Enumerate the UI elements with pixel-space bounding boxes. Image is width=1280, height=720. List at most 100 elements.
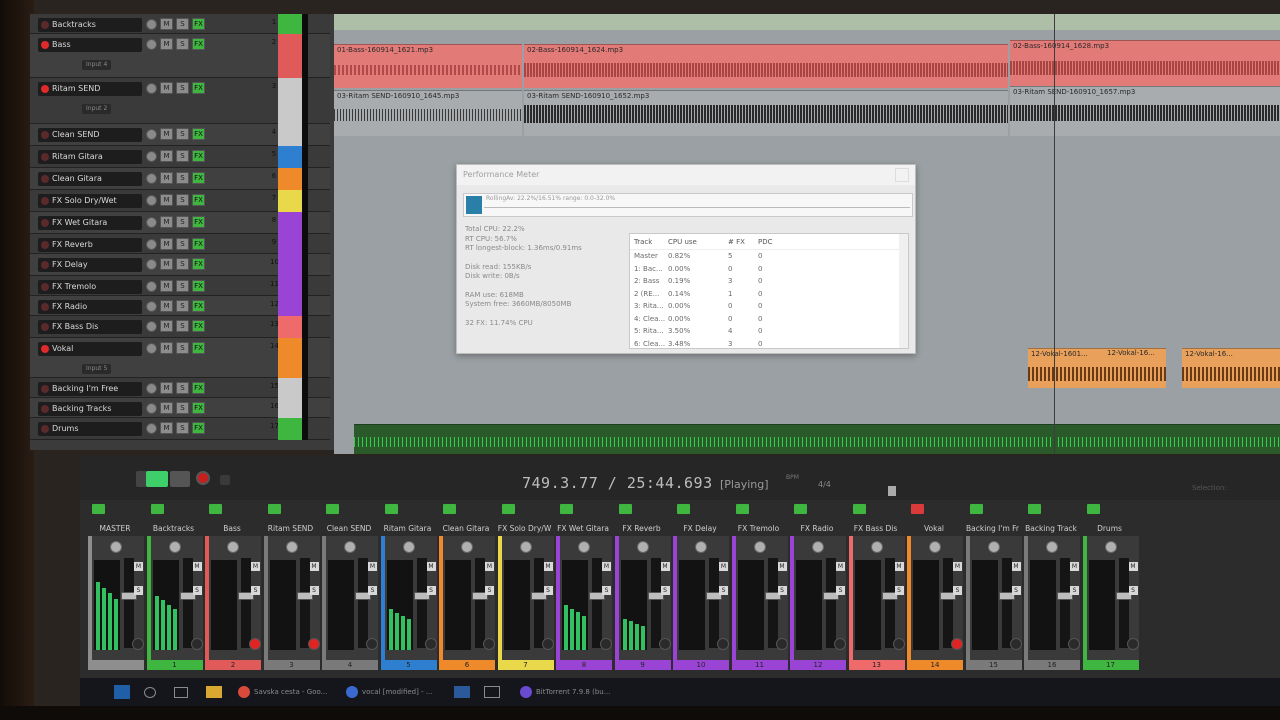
record-arm-button[interactable] — [775, 638, 788, 650]
table-row[interactable]: 4: Clea... 0.00% 0 0 — [630, 313, 908, 326]
track-name[interactable]: FX Reverb — [38, 238, 142, 252]
volume-fader[interactable] — [823, 558, 839, 648]
repeat-icon[interactable] — [220, 475, 230, 485]
strip-name[interactable]: MASTER — [86, 524, 144, 533]
record-arm-button[interactable] — [41, 197, 49, 205]
table-row[interactable]: 2: Bass 0.19% 3 0 — [630, 275, 908, 288]
solo-button[interactable]: S — [309, 586, 319, 595]
solo-button[interactable]: S — [176, 300, 189, 312]
record-arm-button[interactable] — [41, 41, 49, 49]
track-name[interactable]: Backtracks — [38, 18, 142, 32]
mute-button[interactable]: M — [1070, 562, 1079, 571]
pan-knob[interactable] — [753, 541, 766, 553]
mute-button[interactable]: M — [160, 82, 173, 94]
mute-button[interactable]: M — [160, 300, 173, 312]
fx-button[interactable]: FX — [192, 194, 205, 206]
column-header[interactable]: # FX — [728, 234, 758, 249]
volume-knob[interactable] — [146, 259, 157, 270]
record-arm-button[interactable] — [717, 638, 729, 650]
solo-button[interactable]: S — [176, 194, 189, 206]
table-row[interactable]: 1: Bac... 0.00% 0 0 — [630, 263, 908, 276]
track-name[interactable]: Drums — [38, 422, 142, 436]
volume-fader[interactable] — [179, 558, 196, 648]
track-name[interactable]: FX Radio — [38, 300, 142, 314]
mute-button[interactable]: M — [192, 562, 202, 571]
media-item[interactable]: 03-Ritam SEND-160910_1657.mp3 — [1010, 86, 1280, 136]
fx-button[interactable] — [443, 504, 456, 514]
input-selector[interactable]: Input 5 — [82, 364, 112, 374]
media-item[interactable]: 02-Bass-160914_1628.mp3 — [1010, 40, 1280, 88]
volume-fader[interactable] — [1115, 558, 1132, 648]
mute-button[interactable]: M — [953, 562, 962, 571]
drums-media-item[interactable] — [354, 424, 1280, 454]
solo-button[interactable]: S — [1011, 586, 1021, 595]
solo-button[interactable]: S — [176, 18, 189, 30]
solo-button[interactable]: S — [176, 342, 189, 354]
record-arm-button[interactable] — [249, 638, 261, 650]
solo-button[interactable]: S — [176, 280, 189, 292]
fx-button[interactable] — [326, 504, 339, 514]
record-arm-button[interactable] — [892, 638, 905, 650]
volume-knob[interactable] — [146, 217, 157, 228]
pan-knob[interactable] — [870, 541, 883, 553]
window-title-bar[interactable]: Performance Meter — [457, 165, 915, 185]
solo-button[interactable]: S — [134, 586, 143, 595]
timeline-ruler[interactable]: 20:37.17921:04.60721:32.35821:58.46922:2… — [334, 14, 1280, 30]
volume-fader[interactable] — [940, 558, 956, 648]
fx-button[interactable] — [384, 504, 398, 514]
fx-button[interactable]: FX — [192, 320, 205, 332]
solo-button[interactable]: S — [176, 216, 189, 228]
mute-button[interactable]: M — [426, 562, 436, 571]
volume-fader[interactable] — [413, 558, 430, 648]
column-header[interactable]: CPU use — [668, 234, 728, 249]
mute-button[interactable]: M — [602, 562, 611, 571]
record-arm-button[interactable] — [41, 131, 49, 139]
strip-name[interactable]: Ritam Gitara — [379, 524, 437, 533]
strip-name[interactable]: FX Reverb — [613, 524, 671, 533]
folder-icon[interactable] — [206, 686, 222, 698]
fx-button[interactable]: FX — [192, 300, 205, 312]
fx-button[interactable] — [267, 504, 281, 514]
solo-button[interactable]: S — [176, 238, 189, 250]
pan-knob[interactable] — [461, 541, 473, 553]
volume-knob[interactable] — [146, 301, 157, 312]
fx-button[interactable]: FX — [192, 216, 205, 228]
track-name[interactable]: FX Bass Dis — [38, 320, 142, 334]
play-button[interactable] — [146, 471, 168, 487]
pan-knob[interactable] — [929, 541, 941, 553]
pause-button[interactable] — [170, 471, 190, 487]
time-signature[interactable]: 4/4 — [818, 480, 831, 489]
volume-knob[interactable] — [146, 423, 157, 434]
mute-button[interactable]: M — [160, 194, 173, 206]
record-arm-button[interactable] — [41, 323, 49, 331]
fx-button[interactable] — [735, 504, 749, 514]
mute-button[interactable]: M — [160, 422, 173, 434]
fx-button[interactable]: FX — [192, 382, 205, 394]
record-arm-button[interactable] — [41, 241, 49, 249]
fx-button[interactable]: FX — [192, 38, 205, 50]
mute-button[interactable]: M — [836, 562, 845, 571]
solo-button[interactable]: S — [251, 586, 260, 595]
mute-button[interactable]: M — [160, 402, 173, 414]
table-row[interactable]: 3: Rita... 0.00% 0 0 — [630, 300, 908, 313]
volume-fader[interactable] — [296, 558, 313, 648]
fx-button[interactable]: FX — [192, 172, 205, 184]
solo-button[interactable]: S — [368, 586, 377, 595]
volume-fader[interactable] — [355, 558, 371, 648]
table-row[interactable]: Master 0.82% 5 0 — [630, 250, 908, 263]
pan-knob[interactable] — [578, 541, 590, 553]
fx-button[interactable]: FX — [192, 18, 205, 30]
volume-knob[interactable] — [146, 39, 157, 50]
column-header[interactable]: PDC — [758, 234, 788, 249]
strip-name[interactable]: Drums — [1081, 524, 1139, 533]
record-arm-button[interactable] — [366, 638, 378, 650]
strip-name[interactable]: Backing Track — [1022, 524, 1080, 533]
taskbar-item[interactable]: vocal [modified] - ... — [346, 684, 433, 700]
solo-button[interactable]: S — [777, 586, 787, 595]
playrate-slider[interactable] — [888, 486, 896, 496]
volume-fader[interactable] — [764, 558, 781, 648]
input-selector[interactable]: Input 4 — [82, 60, 112, 70]
volume-knob[interactable] — [146, 239, 157, 250]
track-name[interactable]: Bass — [38, 38, 142, 52]
solo-button[interactable]: S — [660, 586, 670, 595]
